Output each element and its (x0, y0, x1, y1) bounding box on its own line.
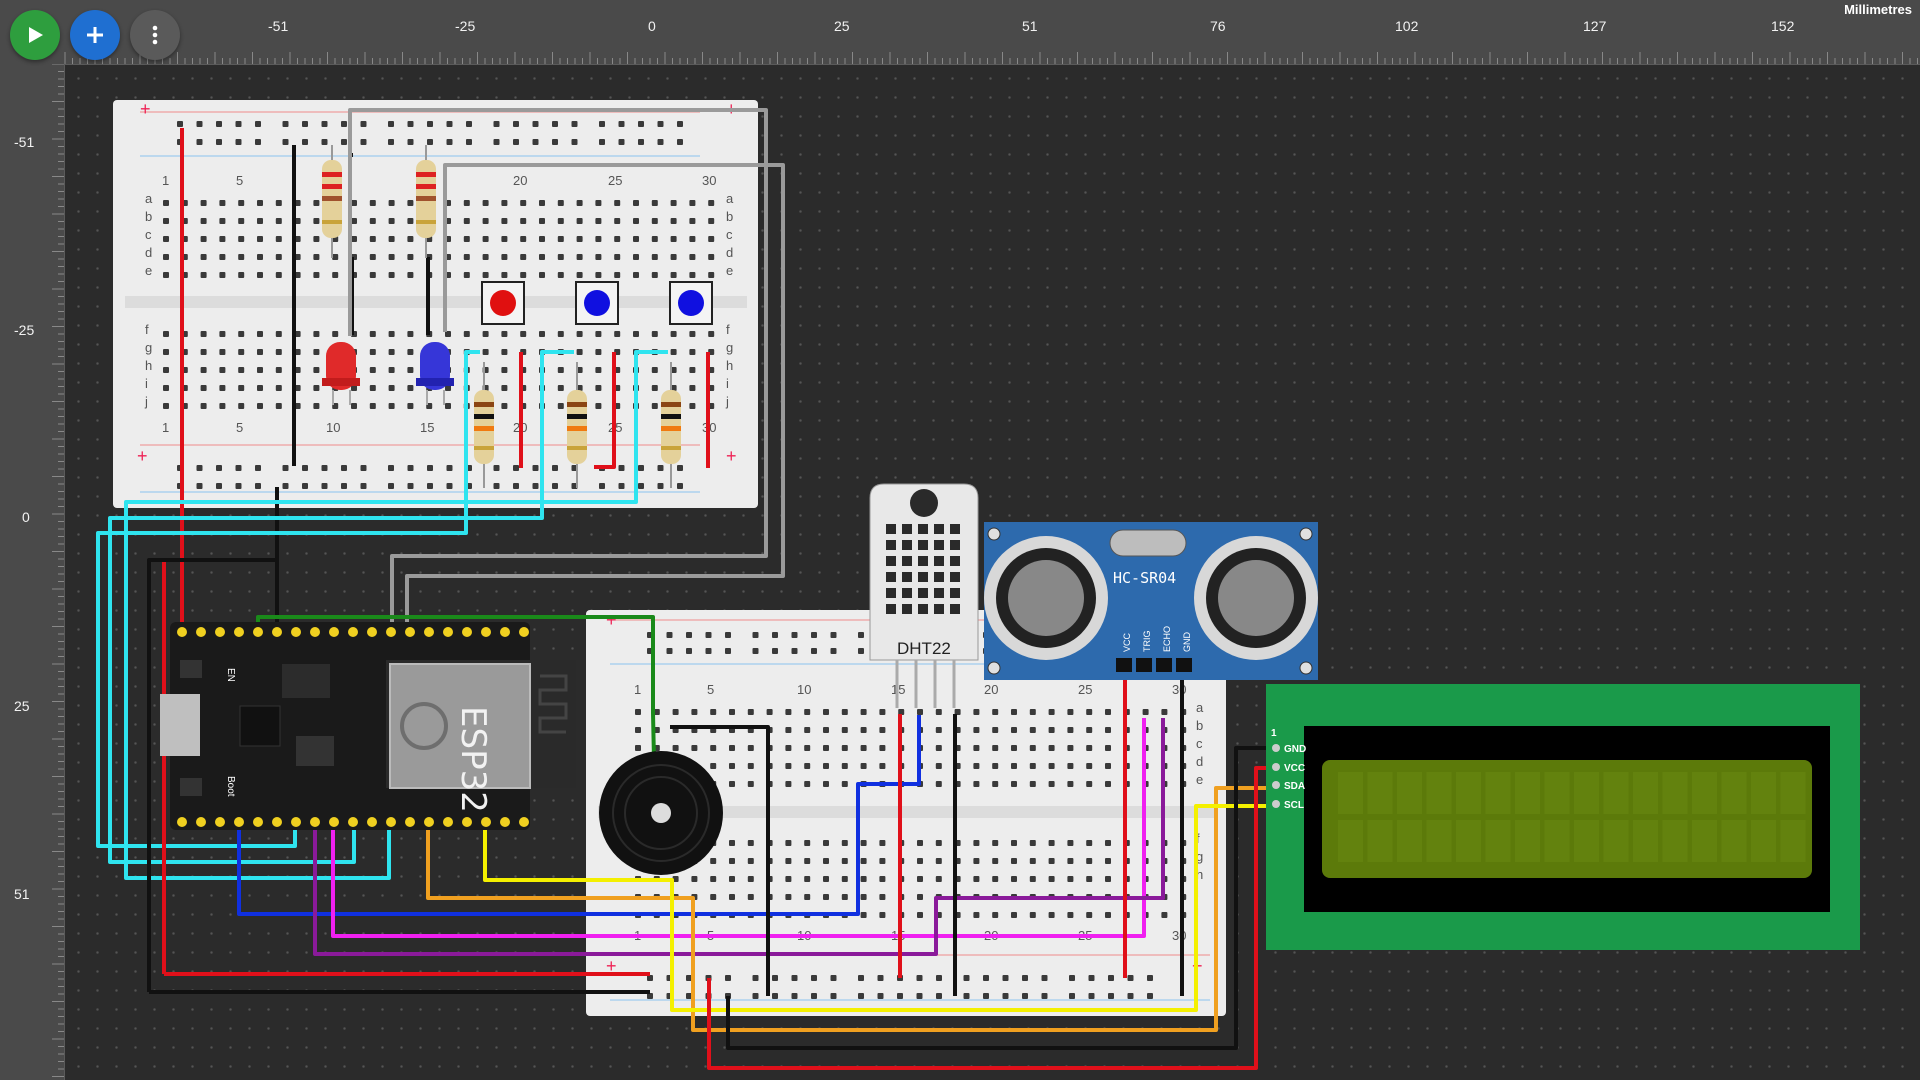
bb-col-number: 1 (162, 173, 169, 188)
bb-row-letter: j (725, 394, 729, 409)
lcd-pin-label: VCC (1284, 763, 1305, 774)
boot-label: Boot (225, 776, 236, 797)
bb-row-letter: e (145, 263, 152, 278)
bb-row-letter: c (1196, 736, 1203, 751)
bb-row-letter: a (726, 191, 734, 206)
bb-col-number: 10 (797, 682, 811, 697)
hcsr04-pin-label: VCC (1122, 632, 1132, 652)
bb-col-number: 15 (420, 420, 434, 435)
bb-col-number: 30 (702, 173, 716, 188)
dht22-label: DHT22 (897, 639, 951, 658)
bb-row-letter: d (145, 245, 152, 260)
bb-col-number: 30 (1172, 928, 1186, 943)
ultrasonic-sensor[interactable] (984, 522, 1318, 680)
bb-col-number: 25 (1078, 682, 1092, 697)
bb-row-letter: f (726, 322, 730, 337)
esp32-board[interactable] (160, 622, 576, 830)
bb-row-letter: f (145, 322, 149, 337)
lcd-display[interactable] (1266, 684, 1860, 950)
circuit-diagram: + + + + 1 5 20 25 30 1 5 10 15 20 25 30 … (96, 99, 1860, 1070)
lcd-pin-label: SDA (1284, 781, 1305, 792)
bb-row-letter: a (1196, 700, 1204, 715)
bb-row-letter: b (1196, 718, 1203, 733)
bb-row-letter: c (726, 227, 733, 242)
bb-row-letter: g (145, 340, 152, 355)
en-label: EN (225, 668, 236, 682)
hcsr04-pin-label: TRIG (1142, 631, 1152, 653)
buzzer[interactable] (599, 751, 723, 875)
hcsr04-label: HC-SR04 (1113, 569, 1176, 587)
bb-col-number: 5 (236, 420, 243, 435)
lcd-pin-number: 1 (1271, 728, 1277, 739)
hcsr04-pin-label: ECHO (1162, 626, 1172, 652)
push-button-blue[interactable] (575, 281, 619, 325)
plus-mark: + (137, 446, 148, 466)
bb-row-letter: c (145, 227, 152, 242)
esp32-chip-label: ESP32 (453, 706, 493, 813)
plus-mark: + (606, 610, 617, 630)
bb-col-number: 1 (634, 682, 641, 697)
bb-row-letter: g (726, 340, 733, 355)
bb-row-letter: h (145, 358, 152, 373)
bb-row-letter: a (145, 191, 153, 206)
lcd-pin-label: GND (1284, 744, 1306, 755)
bb-row-letter: i (726, 376, 729, 391)
bb-col-number: 10 (326, 420, 340, 435)
lcd-pin-label: SCL (1284, 800, 1304, 811)
bb-row-letter: e (1196, 772, 1203, 787)
plus-mark: + (726, 446, 737, 466)
bb-col-number: 20 (513, 173, 527, 188)
bb-col-number: 5 (707, 682, 714, 697)
bb-row-letter: d (726, 245, 733, 260)
bb-row-letter: i (145, 376, 148, 391)
push-button-red[interactable] (481, 281, 525, 325)
bb-col-number: 5 (236, 173, 243, 188)
bb-col-number: 30 (1172, 682, 1186, 697)
bb-col-number: 25 (608, 173, 622, 188)
bb-row-letter: h (726, 358, 733, 373)
hcsr04-pin-label: GND (1182, 632, 1192, 653)
bb-col-number: 20 (984, 682, 998, 697)
bb-row-letter: b (145, 209, 152, 224)
push-button-blue[interactable] (669, 281, 713, 325)
plus-mark: + (140, 99, 151, 119)
bb-row-letter: b (726, 209, 733, 224)
bb-row-letter: j (144, 394, 148, 409)
bb-col-number: 1 (162, 420, 169, 435)
bb-row-letter: d (1196, 754, 1203, 769)
bb-row-letter: e (726, 263, 733, 278)
